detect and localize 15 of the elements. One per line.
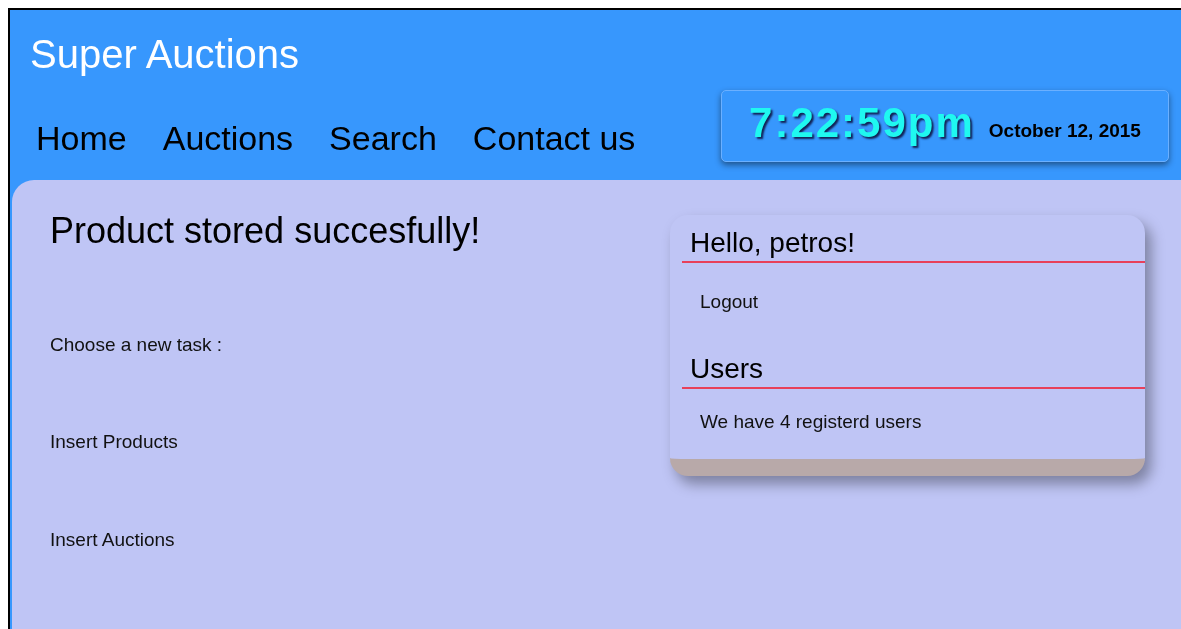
- nav-link[interactable]: Search: [329, 119, 437, 158]
- clock-time: 7:22:59pm: [749, 99, 975, 147]
- nav-link[interactable]: Home: [36, 119, 127, 158]
- nav-link[interactable]: Contact us: [472, 119, 636, 158]
- nav-link[interactable]: Auctions: [162, 119, 294, 158]
- task-prompt: Choose a new task :: [50, 334, 224, 356]
- logout-link[interactable]: Logout: [682, 291, 1145, 313]
- users-count-text: We have 4 registerd users: [699, 411, 923, 433]
- task-link[interactable]: Insert Products: [50, 431, 630, 453]
- site-title: Super Auctions: [30, 32, 301, 78]
- task-link[interactable]: Insert Auctions: [50, 529, 630, 551]
- clock-date: October 12, 2015: [988, 120, 1141, 142]
- section-title: Hello, petros!: [682, 227, 1145, 263]
- section-title: Users: [682, 353, 1145, 389]
- page-heading: Product stored succesfully!: [50, 210, 482, 252]
